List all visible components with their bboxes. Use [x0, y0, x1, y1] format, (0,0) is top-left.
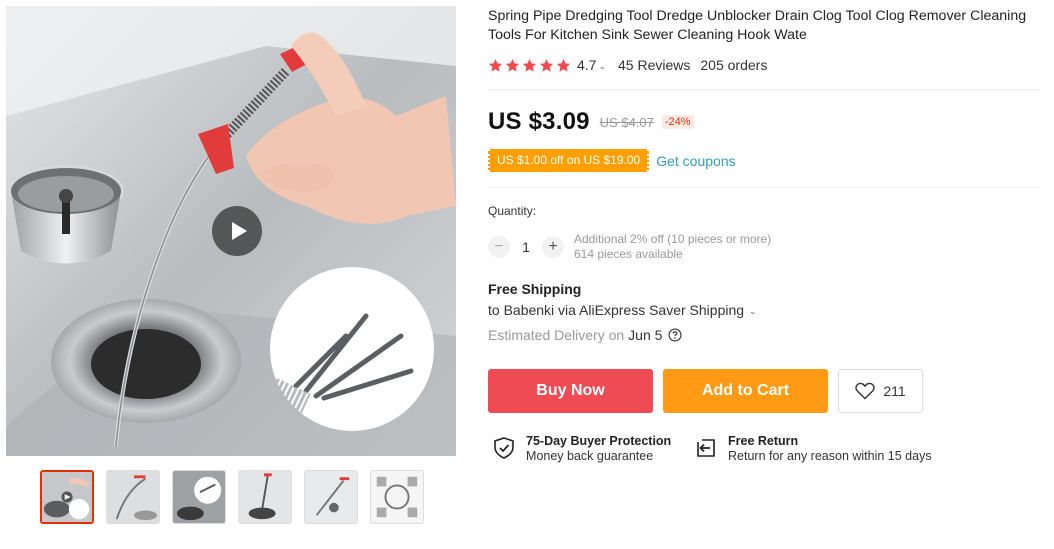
- current-price: US $3.09: [488, 108, 590, 135]
- quantity-label: Quantity:: [488, 204, 537, 218]
- quantity-info: Additional 2% off (10 pieces or more) 61…: [574, 232, 771, 262]
- main-product-image[interactable]: [6, 6, 456, 456]
- thumbnail-strip: [40, 470, 440, 526]
- star-icon: [522, 58, 537, 72]
- price-row: US $3.09 US $4.07 -24%: [488, 108, 694, 136]
- thumbnail-image: [42, 472, 92, 522]
- divider: [488, 187, 1040, 188]
- reviews-link[interactable]: 45 Reviews: [618, 57, 690, 73]
- buy-now-button[interactable]: Buy Now: [488, 369, 653, 413]
- shipping-title: Free Shipping: [488, 281, 582, 297]
- stock-available: 614 pieces available: [574, 247, 683, 261]
- star-icon: [505, 58, 520, 72]
- coupon-row: US $1.00 off on US $19.00 Get coupons: [488, 149, 736, 172]
- thumbnail-image: [305, 471, 357, 523]
- quantity-stepper: − 1 + Additional 2% off (10 pieces or mo…: [488, 232, 771, 262]
- estimated-delivery: Estimated Delivery on Jun 5: [488, 327, 682, 343]
- thumbnail-5[interactable]: [304, 470, 358, 524]
- thumbnail-image: [239, 471, 291, 523]
- rating-row: 4.7 ⌄ 45 Reviews 205 orders: [488, 56, 767, 74]
- discount-badge: -24%: [661, 115, 694, 129]
- star-icon: [539, 58, 554, 72]
- return-title: Free Return: [728, 434, 799, 448]
- thumbnail-image: [173, 471, 225, 523]
- star-icon: [488, 58, 503, 72]
- get-coupons-link[interactable]: Get coupons: [656, 153, 735, 169]
- shield-check-icon: [494, 437, 514, 459]
- original-price: US $4.07: [599, 114, 654, 130]
- play-video-button[interactable]: [212, 206, 262, 256]
- thumbnail-image: [107, 471, 159, 523]
- delivery-date: Jun 5: [628, 327, 663, 343]
- wishlist-count: 211: [883, 383, 906, 399]
- buyer-protection: 75-Day Buyer Protection Money back guara…: [492, 434, 671, 464]
- quantity-input[interactable]: 1: [510, 239, 542, 255]
- thumbnail-6[interactable]: [370, 470, 424, 524]
- shipping-method[interactable]: to Babenki via AliExpress Saver Shipping…: [488, 302, 757, 318]
- bulk-discount-note: Additional 2% off (10 pieces or more): [574, 232, 772, 246]
- rating-value[interactable]: 4.7: [577, 57, 596, 73]
- quantity-decrease-button[interactable]: −: [488, 236, 510, 258]
- heart-icon: [855, 382, 876, 400]
- protection-subtitle: Money back guarantee: [526, 449, 654, 463]
- coupon-badge[interactable]: US $1.00 off on US $19.00: [488, 149, 650, 172]
- thumbnail-2[interactable]: [106, 470, 160, 524]
- divider: [488, 89, 1040, 90]
- free-return: Free Return Return for any reason within…: [694, 434, 932, 464]
- chevron-down-icon[interactable]: ⌄: [749, 306, 757, 317]
- return-icon: [697, 439, 715, 457]
- thumbnail-image: [371, 471, 423, 523]
- orders-count: 205 orders: [700, 57, 768, 73]
- star-icon: [556, 58, 571, 72]
- wishlist-button[interactable]: 211: [838, 369, 923, 413]
- shipping-method-text[interactable]: to Babenki via AliExpress Saver Shipping: [488, 302, 744, 318]
- thumbnail-1[interactable]: [40, 470, 94, 524]
- chevron-down-icon[interactable]: ⌄: [598, 61, 606, 72]
- delivery-label: Estimated Delivery on: [488, 327, 625, 343]
- add-to-cart-button[interactable]: Add to Cart: [663, 369, 828, 413]
- thumbnail-3[interactable]: [172, 470, 226, 524]
- protection-title: 75-Day Buyer Protection: [526, 434, 672, 448]
- quantity-increase-button[interactable]: +: [542, 236, 564, 258]
- star-rating: [488, 58, 571, 73]
- thumbnail-4[interactable]: [238, 470, 292, 524]
- help-icon[interactable]: [668, 328, 682, 342]
- play-icon: [232, 222, 247, 240]
- product-title: Spring Pipe Dredging Tool Dredge Unblock…: [488, 8, 1027, 43]
- return-subtitle: Return for any reason within 15 days: [728, 449, 932, 463]
